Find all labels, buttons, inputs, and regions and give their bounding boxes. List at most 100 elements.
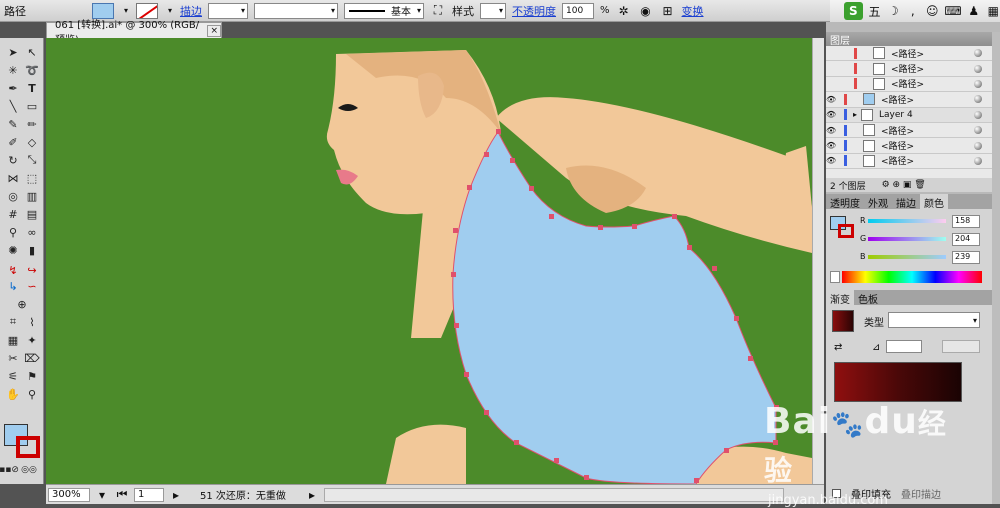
blend-tool-icon[interactable]: ∞	[23, 224, 41, 240]
slice-tool-icon[interactable]: ⊕	[13, 296, 31, 312]
r-field[interactable]: 158	[952, 215, 980, 228]
g-field[interactable]: 204	[952, 233, 980, 246]
rotate-tool-icon[interactable]: ↻	[4, 152, 22, 168]
shape-builder-tool-icon[interactable]: ◎	[4, 188, 22, 204]
layer-actions-icon[interactable]: ⚙ ⊕ ▣ 🗑	[882, 180, 926, 190]
path-tool-icon[interactable]: ↳	[4, 278, 22, 294]
angle-field[interactable]	[886, 340, 922, 353]
tab-color[interactable]: 颜色	[920, 194, 948, 210]
stroke-profile-dropdown[interactable]: 基本 ▾	[344, 2, 424, 19]
target-icon[interactable]	[974, 79, 982, 88]
g-slider[interactable]	[868, 237, 946, 241]
ime-mode[interactable]: 五	[869, 3, 881, 20]
perspective-grid-tool-icon[interactable]: ▥	[23, 188, 41, 204]
layer-row[interactable]: 👁 ▸ Layer 4	[826, 107, 992, 123]
horizontal-scrollbar[interactable]	[324, 487, 784, 502]
target-icon[interactable]	[974, 126, 982, 135]
artboard-canvas[interactable]	[46, 38, 812, 484]
pen-tool-icon[interactable]: ✒	[4, 80, 22, 96]
moon-icon[interactable]: ☽	[887, 3, 900, 19]
expand-arrow-icon[interactable]: ▸	[853, 110, 857, 119]
gradient-preview-swatch[interactable]	[832, 310, 854, 332]
recolor-icon[interactable]: ✲	[616, 3, 632, 19]
eyedropper-tool-icon[interactable]: ⚲	[4, 224, 22, 240]
none-color-icon[interactable]	[830, 271, 840, 283]
layer-row[interactable]: <路径>	[826, 61, 992, 77]
layer-row[interactable]: <路径>	[826, 46, 992, 62]
tab-swatches[interactable]: 色板	[854, 290, 882, 306]
magic-wand-tool-icon[interactable]: ✳	[4, 62, 22, 78]
close-icon[interactable]: ×	[207, 24, 221, 37]
isolate-icon[interactable]: ◉	[638, 3, 654, 19]
target-icon[interactable]	[974, 95, 982, 104]
target-icon[interactable]	[974, 110, 982, 119]
artboard-tool-icon[interactable]: ⌗	[4, 314, 22, 330]
lasso-tool-icon[interactable]: ➰	[23, 62, 41, 78]
first-page-icon[interactable]: ⏮	[114, 487, 130, 503]
warp-tool-icon[interactable]: ⌇	[23, 314, 41, 330]
smiley-icon[interactable]: ☺	[926, 3, 939, 19]
target-icon[interactable]	[974, 156, 982, 165]
reference-point-icon[interactable]: ⊞	[660, 3, 676, 19]
selection-tool-icon[interactable]: ➤	[4, 44, 22, 60]
paintbrush-tool-icon[interactable]: ✎	[4, 116, 22, 132]
scale-tool-icon[interactable]: ⤡	[23, 152, 41, 168]
free-transform-tool-icon[interactable]: ⬚	[23, 170, 41, 186]
target-icon[interactable]	[974, 64, 982, 73]
convert-anchor-tool-icon[interactable]: ↪	[23, 262, 41, 278]
width-tool-icon[interactable]: ⋈	[4, 170, 22, 186]
hand-tool-icon[interactable]: ✋	[4, 386, 22, 402]
zoom-dropdown-icon[interactable]: ▾	[94, 487, 110, 503]
eye-icon[interactable]: 👁	[826, 95, 836, 104]
color-spectrum[interactable]	[842, 271, 982, 283]
comma-icon[interactable]: ,	[906, 3, 919, 19]
document-tab[interactable]: 061 [转换].ai* @ 300% (RGB/预览) ×	[46, 20, 222, 46]
style-dropdown[interactable]: ▾	[480, 2, 506, 19]
line-tool-icon[interactable]: ╲	[4, 98, 22, 114]
tab-stroke[interactable]: 描边	[892, 194, 920, 210]
angle-icon[interactable]: ⊿	[872, 342, 880, 353]
color-stroke-swatch[interactable]	[838, 224, 854, 238]
keyboard-icon[interactable]: ⌨	[944, 3, 961, 19]
b-slider[interactable]	[868, 255, 946, 259]
measure-tool-icon[interactable]: ⚟	[4, 368, 22, 384]
stroke-color-box[interactable]	[16, 436, 40, 458]
aspect-field[interactable]	[942, 340, 980, 353]
panel-scrollbar[interactable]	[992, 32, 1000, 504]
ime-logo[interactable]: S	[844, 2, 863, 20]
direct-selection-tool-icon[interactable]: ↖	[23, 44, 41, 60]
layer-row[interactable]: 👁 <路径>	[826, 92, 992, 108]
page-field[interactable]: 1	[134, 487, 164, 502]
gradient-tool-icon[interactable]: ▤	[23, 206, 41, 222]
layer-row[interactable]: 👁 <路径>	[826, 154, 992, 170]
zoom-tool-icon[interactable]: ⚲	[23, 386, 41, 402]
stroke-weight-field[interactable]: ▾	[208, 2, 248, 19]
opacity-label[interactable]: 不透明度	[512, 3, 556, 19]
tab-transparency[interactable]: 透明度	[826, 194, 864, 210]
gradient-type-dropdown[interactable]: ▾	[888, 312, 980, 328]
layer-row[interactable]: 👁 <路径>	[826, 138, 992, 154]
eye-icon[interactable]: 👁	[826, 110, 836, 119]
anchor-tool-icon[interactable]: ↯	[4, 262, 22, 278]
rectangle-tool-icon[interactable]: ▭	[23, 98, 41, 114]
b-field[interactable]: 239	[952, 251, 980, 264]
scissors-tool-icon[interactable]: ✂	[4, 350, 22, 366]
layer-row[interactable]: 👁 <路径>	[826, 123, 992, 139]
mesh-tool-icon[interactable]: #	[4, 206, 22, 222]
gradient-ramp[interactable]	[834, 362, 962, 402]
layers-panel-header[interactable]: 图层	[826, 32, 992, 47]
variable-width-field[interactable]: ▾	[254, 2, 338, 19]
symbol-sprayer-tool-icon[interactable]: ✺	[4, 242, 22, 258]
tab-appearance[interactable]: 外观	[864, 194, 892, 210]
live-paint-tool-icon[interactable]: ⚑	[23, 368, 41, 384]
eye-icon[interactable]: 👁	[826, 141, 836, 150]
user-icon[interactable]: ♟	[967, 3, 980, 19]
screen-mode-icon[interactable]: ◎◎	[20, 462, 38, 478]
next-page-icon[interactable]: ▸	[168, 487, 184, 503]
graph-tool-icon[interactable]: ▦	[4, 332, 22, 348]
status-menu-icon[interactable]: ▸	[304, 487, 320, 503]
eye-icon[interactable]: 👁	[826, 156, 836, 165]
target-icon[interactable]	[974, 49, 982, 58]
reverse-gradient-icon[interactable]: ⇄	[834, 342, 842, 353]
smooth-tool-icon[interactable]: ∽	[23, 278, 41, 294]
